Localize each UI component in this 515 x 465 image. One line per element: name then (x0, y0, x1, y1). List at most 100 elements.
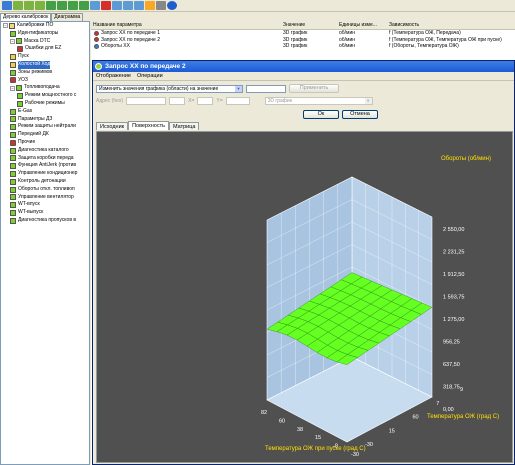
arrow-right-icon[interactable] (24, 1, 34, 10)
col-value-header[interactable]: Значение (281, 21, 337, 29)
tree-item[interactable]: Управление кондиционер (1, 170, 89, 178)
tree-item[interactable]: Холостой Ход (1, 60, 89, 69)
grid-icon[interactable] (79, 1, 89, 10)
status-icon (10, 54, 16, 61)
tree-item[interactable]: УОЗ (1, 77, 89, 85)
tree-item-label: Обороты откл. топливоп (18, 185, 75, 192)
col-dependency-header[interactable]: Зависимость (387, 21, 515, 29)
tree-item[interactable]: Защита коробки переда (1, 155, 89, 163)
tree-item-label: Режим мощностного с (25, 92, 77, 99)
tree-item[interactable]: − Маска DTC (1, 38, 89, 46)
tree-item-label: Калибровки ПО (17, 22, 54, 28)
chevron-down-icon[interactable]: ▼ (364, 98, 372, 104)
col-name-header[interactable]: Название параметра (91, 21, 281, 29)
tree-item[interactable]: Управление вентилятор (1, 194, 89, 202)
tab-diagram[interactable]: Диаграмма (51, 13, 84, 21)
tree-item[interactable]: WT-выпуск (1, 209, 89, 217)
tree-item[interactable]: Режим защиты нейтрали (1, 123, 89, 131)
red-status-icon (94, 37, 99, 43)
ok-button[interactable]: Ок (303, 110, 339, 119)
grid-icon[interactable] (68, 1, 78, 10)
tree-item[interactable]: Идентификаторы (1, 30, 89, 38)
tree-item[interactable]: Обороты откл. топливоп (1, 186, 89, 194)
mode-select[interactable]: Изменить значения графика (области) на з… (96, 84, 243, 93)
tab-calibration-tree[interactable]: Дерево калибровок (0, 13, 52, 21)
surface-plot[interactable]: 2 550,00 2 231,25 1 912,50 1 593,75 1 275,00… (96, 131, 513, 463)
tree-item-label: Идентификаторы (18, 29, 59, 36)
tree-item[interactable]: − Топливоподача (1, 84, 89, 92)
collapse-icon[interactable]: − (10, 38, 15, 44)
chevron-down-icon[interactable]: ▼ (235, 85, 242, 92)
grid-icon[interactable] (46, 1, 56, 10)
x-input[interactable] (197, 97, 214, 105)
tree-item[interactable]: Контроль детонации (1, 178, 89, 186)
status-icon (10, 77, 16, 84)
addr-stepper[interactable] (169, 97, 186, 105)
surface-chart[interactable]: 2 550,00 2 231,25 1 912,50 1 593,75 1 275,00… (97, 132, 513, 463)
status-icon (10, 132, 16, 139)
collapse-icon[interactable]: − (10, 85, 15, 91)
open-icon[interactable] (2, 1, 12, 10)
param-value: 3D график (283, 43, 308, 49)
sound-icon[interactable] (156, 1, 166, 10)
arrow-right-icon[interactable] (35, 1, 45, 10)
table-icon[interactable] (90, 1, 100, 10)
tree-item[interactable]: Зоны режимов (1, 69, 89, 77)
addr-input[interactable] (126, 97, 167, 105)
dialog-titlebar[interactable]: Запрос XX по передаче 2 (93, 61, 514, 72)
cancel-button[interactable]: Отмена (342, 110, 378, 119)
window-icon[interactable] (123, 1, 133, 10)
tree-item-label: E-Gas (18, 107, 33, 114)
graph-type-select[interactable]: 3D график ▼ (264, 97, 373, 105)
grid-icon[interactable] (57, 1, 67, 10)
window-icon[interactable] (112, 1, 122, 10)
chart-icon[interactable] (145, 1, 155, 10)
tree-item[interactable]: Режим мощностного с (1, 92, 89, 100)
tree-item-label: УОЗ (18, 76, 28, 83)
col-units-header[interactable]: Единицы изме... (337, 21, 387, 29)
tree-item[interactable]: Диагностика каталого (1, 147, 89, 155)
status-icon (10, 139, 16, 146)
tree-item[interactable]: Передний ДК (1, 131, 89, 139)
x-axis-label: Температура ОЖ при пуске (град С) (265, 446, 366, 452)
tree-item[interactable]: − Калибровки ПО (1, 22, 89, 30)
tree-item[interactable]: Прочие (1, 139, 89, 147)
menu-display[interactable]: Отображение (96, 72, 131, 80)
status-icon (10, 30, 16, 37)
y-axis-label: Температура ОЖ (град С) (427, 414, 499, 420)
y-tick-label: -30 (365, 442, 373, 448)
status-icon (10, 210, 16, 217)
z-tick-label: 2 550,00 (443, 227, 464, 233)
x-label: X= (188, 98, 195, 104)
tree-item[interactable]: Рабочие режимы (1, 100, 89, 108)
y-tick-label: 60 (413, 415, 419, 421)
menu-operations[interactable]: Операции (137, 72, 163, 80)
tab-matrix[interactable]: Матрица (168, 122, 200, 130)
tree-item[interactable]: Пуск (1, 53, 89, 61)
tree-item-label: Передний ДК (18, 131, 49, 138)
status-icon (17, 93, 23, 100)
collapse-icon[interactable]: − (3, 23, 8, 29)
graph-type-value: 3D график (267, 98, 292, 104)
arrow-right-icon[interactable] (13, 1, 23, 10)
x-tick-label: -30 (351, 452, 359, 458)
compare-icon[interactable] (101, 1, 111, 10)
tree-item[interactable]: E-Gas (1, 108, 89, 116)
tree-item-label: WT-впуск (18, 201, 40, 208)
window-icon[interactable] (134, 1, 144, 10)
tree-item[interactable]: Диагностика пропусков в (1, 217, 89, 225)
mode-select-value: Изменить значения графика (области) на з… (99, 85, 219, 92)
y-label: Y= (216, 98, 223, 104)
value-input[interactable] (246, 84, 286, 93)
info-icon[interactable] (167, 1, 177, 10)
tab-source[interactable]: Исходник (96, 122, 129, 130)
z-axis-label: Обороты (об/мин) (441, 156, 491, 162)
tree-item-label: Прочие (18, 138, 36, 145)
tree-item[interactable]: Ошибки для EZ (1, 45, 89, 53)
y-input[interactable] (225, 97, 250, 105)
tab-surface[interactable]: Поверхность (128, 121, 169, 130)
table-row[interactable]: Обороты XX 3D график об/мин f (Обороты, … (91, 43, 515, 50)
tree-item[interactable]: Функция AntiJerk (против (1, 162, 89, 170)
tree-item[interactable]: WT-впуск (1, 201, 89, 209)
apply-button[interactable]: Применить (289, 84, 339, 93)
